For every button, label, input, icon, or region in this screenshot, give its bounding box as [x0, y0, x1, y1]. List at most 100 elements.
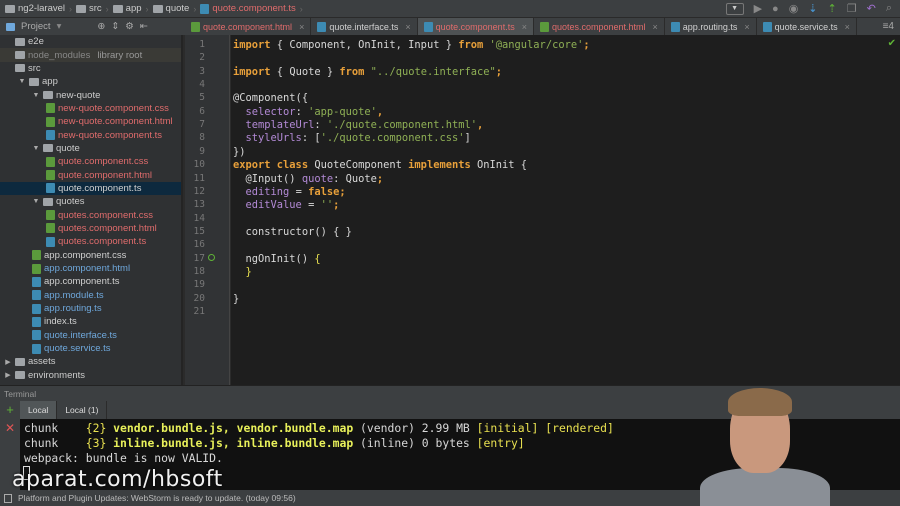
breadcrumb-item[interactable]: ng2-laravel	[5, 3, 65, 14]
breadcrumb-item[interactable]: quote.component.ts	[200, 3, 296, 14]
tree-item[interactable]: quote.interface.ts	[0, 329, 181, 342]
editor-tab[interactable]: quote.service.ts ×	[757, 18, 857, 35]
code-token: ,	[376, 105, 384, 118]
tree-item[interactable]: e2e	[0, 35, 181, 48]
close-icon[interactable]: ×	[653, 22, 658, 32]
tree-item[interactable]: quotes.component.html	[0, 222, 181, 235]
close-icon[interactable]: ×	[522, 22, 527, 32]
expanded-arrow-icon[interactable]: ▼	[32, 145, 40, 152]
expanded-arrow-icon[interactable]: ▼	[18, 78, 26, 85]
tab-label: quote.component.html	[203, 21, 293, 32]
close-terminal-icon[interactable]: ✕	[0, 419, 20, 435]
status-message[interactable]: Platform and Plugin Updates: WebStorm is…	[18, 493, 296, 503]
implements-marker-icon[interactable]	[208, 253, 215, 261]
tree-item[interactable]: ▼ app	[0, 75, 181, 88]
tree-item[interactable]: app.component.ts	[0, 275, 181, 288]
compare-icon[interactable]: ❐	[847, 2, 857, 15]
code-line: ngOnInit() {	[233, 253, 321, 265]
tree-item-label: node_modules	[28, 49, 91, 61]
tree-item[interactable]: quote.service.ts	[0, 342, 181, 355]
code-token: './quote.component.css'	[320, 132, 465, 145]
tab-label: quotes.component.html	[551, 21, 646, 32]
tree-item[interactable]: index.ts	[0, 315, 181, 328]
close-icon[interactable]: ×	[845, 22, 850, 32]
terminal-tab-local[interactable]: Local	[20, 401, 58, 419]
ts-file-icon	[46, 130, 55, 141]
collapse-icon[interactable]: ⇕	[111, 21, 119, 32]
code-token: './quote.component.html'	[326, 119, 477, 132]
locate-icon[interactable]: ⊕	[97, 21, 105, 32]
tree-item-label: app.component.html	[44, 263, 131, 275]
ts-file-icon	[670, 21, 680, 32]
breadcrumb-item[interactable]: quote	[152, 3, 189, 14]
editor-tab[interactable]: quote.component.ts ×	[417, 18, 534, 35]
tree-item[interactable]: new-quote.component.css	[0, 102, 181, 115]
expanded-arrow-icon[interactable]: ▼	[32, 198, 40, 205]
tree-item[interactable]: quote.component.html	[0, 168, 181, 181]
gear-icon[interactable]: ⚙	[125, 21, 134, 32]
code-token: ,	[477, 119, 484, 132]
editor-tab[interactable]: quote.component.html ×	[185, 18, 312, 35]
search-icon[interactable]: ⌕	[886, 2, 892, 15]
vcs-update-icon[interactable]: ⇣	[808, 2, 817, 15]
breadcrumb-label: quote.component.ts	[212, 3, 296, 14]
editor-tab[interactable]: quotes.component.html ×	[534, 18, 665, 35]
tab-overflow-button[interactable]: ≡4	[883, 18, 900, 35]
tree-item-label: index.ts	[44, 316, 77, 328]
code-line: export class QuoteComponent implements O…	[233, 159, 527, 171]
tree-item[interactable]: new-quote.component.ts	[0, 128, 181, 141]
code-token: @Input()	[233, 172, 302, 185]
tree-item-label: src	[28, 62, 41, 74]
close-icon[interactable]: ×	[744, 22, 749, 32]
close-icon[interactable]: ×	[405, 22, 410, 32]
debug-icon[interactable]: ●	[772, 3, 779, 15]
tree-item[interactable]: app.routing.ts	[0, 302, 181, 315]
revert-icon[interactable]: ↶	[867, 2, 876, 15]
run-icon[interactable]: ▶	[754, 2, 762, 15]
tree-item[interactable]: quote.component.css	[0, 155, 181, 168]
collapsed-arrow-icon[interactable]: ▶	[4, 358, 12, 366]
tree-item[interactable]: app.component.css	[0, 249, 181, 262]
tree-item[interactable]: app.component.html	[0, 262, 181, 275]
editor-tab[interactable]: quote.interface.ts ×	[311, 18, 418, 35]
code-editor[interactable]: ✔ import { Component, OnInit, Input } fr…	[231, 35, 900, 385]
tree-item[interactable]: node_modules library root	[0, 48, 181, 62]
expanded-arrow-icon[interactable]: ▼	[32, 92, 40, 99]
collapsed-arrow-icon[interactable]: ▶	[4, 371, 12, 379]
breadcrumb-item[interactable]: app	[112, 3, 142, 14]
folder-icon	[43, 91, 53, 100]
tree-item[interactable]: new-quote.component.html	[0, 115, 181, 128]
line-number: 6	[199, 105, 205, 117]
tree-item[interactable]: quotes.component.ts	[0, 235, 181, 248]
tab-label: app.routing.ts	[682, 21, 738, 32]
breadcrumb-item[interactable]: src	[76, 3, 102, 14]
run-config-dropdown[interactable]: ▼	[725, 2, 744, 15]
tree-item[interactable]: ▼ quote	[0, 142, 181, 155]
code-token: { Component, OnInit, Input }	[270, 39, 459, 51]
project-view-selector[interactable]: Project	[21, 21, 51, 32]
stop-icon[interactable]: ◉	[789, 2, 799, 15]
tree-item[interactable]: quote.component.ts	[0, 181, 181, 196]
code-token: ;	[333, 199, 340, 212]
tree-item[interactable]: app.module.ts	[0, 289, 181, 302]
code-token: ]	[464, 132, 471, 145]
tree-item[interactable]: quotes.component.css	[0, 208, 181, 221]
terminal-tab-local-1[interactable]: Local (1)	[57, 401, 108, 419]
code-token: 'app-quote'	[308, 105, 377, 118]
editor-tab[interactable]: app.routing.ts ×	[665, 18, 757, 35]
vcs-commit-icon[interactable]: ⇡	[828, 2, 837, 15]
chevron-down-icon[interactable]: ▾	[57, 21, 62, 32]
hide-icon[interactable]: ⇤	[140, 21, 148, 32]
tool-windows-icon[interactable]	[4, 493, 12, 503]
tree-item[interactable]: ▼ new-quote	[0, 88, 181, 101]
close-icon[interactable]: ×	[299, 22, 304, 32]
tree-item[interactable]: ▶ environments	[0, 369, 181, 382]
tree-item[interactable]: ▼ quotes	[0, 195, 181, 208]
line-number: 16	[193, 239, 205, 251]
new-terminal-icon[interactable]: +	[0, 401, 20, 419]
code-token: : Quote	[333, 172, 377, 185]
tree-item[interactable]: ▶ assets	[0, 355, 181, 368]
tree-item-label: new-quote.component.ts	[58, 129, 163, 141]
tree-item[interactable]: src	[0, 62, 181, 75]
terminal-token: }	[99, 436, 114, 450]
